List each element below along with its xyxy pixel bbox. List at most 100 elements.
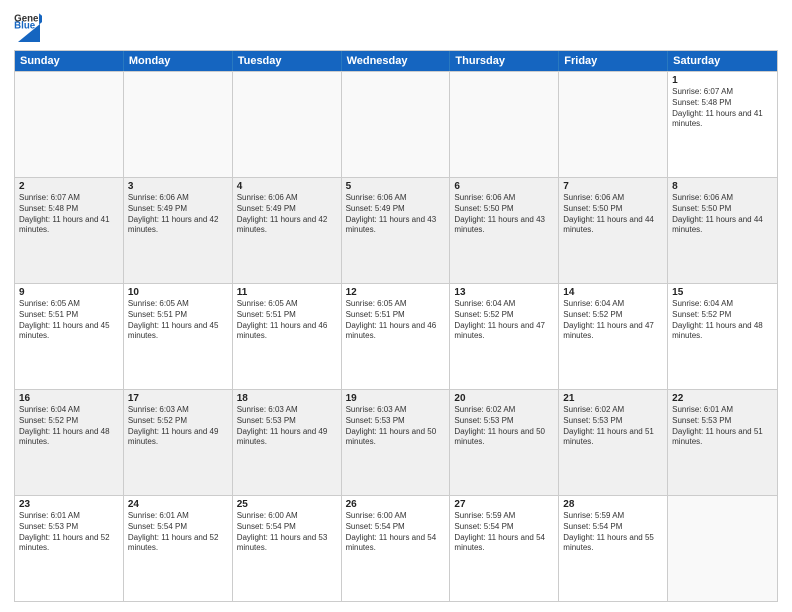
day-number: 7	[563, 181, 663, 192]
calendar-cell	[233, 72, 342, 177]
day-number: 8	[672, 181, 773, 192]
calendar-cell	[342, 72, 451, 177]
day-info: Sunrise: 6:05 AM Sunset: 5:51 PM Dayligh…	[346, 299, 446, 342]
day-info: Sunrise: 6:07 AM Sunset: 5:48 PM Dayligh…	[672, 87, 773, 130]
calendar-cell	[559, 72, 668, 177]
day-number: 27	[454, 499, 554, 510]
day-info: Sunrise: 6:06 AM Sunset: 5:50 PM Dayligh…	[672, 193, 773, 236]
page: General Blue SundayMondayTuesdayWednesda…	[0, 0, 792, 612]
calendar-cell	[15, 72, 124, 177]
calendar-cell: 28Sunrise: 5:59 AM Sunset: 5:54 PM Dayli…	[559, 496, 668, 601]
calendar-cell: 10Sunrise: 6:05 AM Sunset: 5:51 PM Dayli…	[124, 284, 233, 389]
weekday-header: Tuesday	[233, 51, 342, 71]
calendar-cell: 20Sunrise: 6:02 AM Sunset: 5:53 PM Dayli…	[450, 390, 559, 495]
day-info: Sunrise: 6:05 AM Sunset: 5:51 PM Dayligh…	[128, 299, 228, 342]
day-info: Sunrise: 6:05 AM Sunset: 5:51 PM Dayligh…	[19, 299, 119, 342]
day-number: 5	[346, 181, 446, 192]
day-number: 6	[454, 181, 554, 192]
calendar-cell: 14Sunrise: 6:04 AM Sunset: 5:52 PM Dayli…	[559, 284, 668, 389]
day-info: Sunrise: 6:01 AM Sunset: 5:53 PM Dayligh…	[672, 405, 773, 448]
calendar-row: 16Sunrise: 6:04 AM Sunset: 5:52 PM Dayli…	[15, 389, 777, 495]
calendar-row: 9Sunrise: 6:05 AM Sunset: 5:51 PM Daylig…	[15, 283, 777, 389]
calendar-cell: 21Sunrise: 6:02 AM Sunset: 5:53 PM Dayli…	[559, 390, 668, 495]
day-info: Sunrise: 6:04 AM Sunset: 5:52 PM Dayligh…	[19, 405, 119, 448]
calendar-header: SundayMondayTuesdayWednesdayThursdayFrid…	[15, 51, 777, 71]
day-number: 1	[672, 75, 773, 86]
day-number: 18	[237, 393, 337, 404]
calendar-cell	[668, 496, 777, 601]
calendar-cell: 26Sunrise: 6:00 AM Sunset: 5:54 PM Dayli…	[342, 496, 451, 601]
calendar-cell	[124, 72, 233, 177]
day-info: Sunrise: 6:01 AM Sunset: 5:53 PM Dayligh…	[19, 511, 119, 554]
day-info: Sunrise: 6:01 AM Sunset: 5:54 PM Dayligh…	[128, 511, 228, 554]
day-info: Sunrise: 6:03 AM Sunset: 5:53 PM Dayligh…	[237, 405, 337, 448]
day-number: 9	[19, 287, 119, 298]
calendar-cell: 13Sunrise: 6:04 AM Sunset: 5:52 PM Dayli…	[450, 284, 559, 389]
day-number: 17	[128, 393, 228, 404]
weekday-header: Thursday	[450, 51, 559, 71]
day-number: 11	[237, 287, 337, 298]
weekday-header: Friday	[559, 51, 668, 71]
day-info: Sunrise: 6:04 AM Sunset: 5:52 PM Dayligh…	[454, 299, 554, 342]
weekday-header: Wednesday	[342, 51, 451, 71]
day-info: Sunrise: 6:03 AM Sunset: 5:52 PM Dayligh…	[128, 405, 228, 448]
day-info: Sunrise: 6:00 AM Sunset: 5:54 PM Dayligh…	[346, 511, 446, 554]
calendar-row: 23Sunrise: 6:01 AM Sunset: 5:53 PM Dayli…	[15, 495, 777, 601]
calendar-cell: 9Sunrise: 6:05 AM Sunset: 5:51 PM Daylig…	[15, 284, 124, 389]
calendar-cell	[450, 72, 559, 177]
calendar-cell: 18Sunrise: 6:03 AM Sunset: 5:53 PM Dayli…	[233, 390, 342, 495]
calendar-cell: 25Sunrise: 6:00 AM Sunset: 5:54 PM Dayli…	[233, 496, 342, 601]
calendar-row: 1Sunrise: 6:07 AM Sunset: 5:48 PM Daylig…	[15, 71, 777, 177]
calendar-cell: 22Sunrise: 6:01 AM Sunset: 5:53 PM Dayli…	[668, 390, 777, 495]
day-info: Sunrise: 6:07 AM Sunset: 5:48 PM Dayligh…	[19, 193, 119, 236]
day-info: Sunrise: 6:04 AM Sunset: 5:52 PM Dayligh…	[563, 299, 663, 342]
day-info: Sunrise: 6:06 AM Sunset: 5:49 PM Dayligh…	[128, 193, 228, 236]
calendar-cell: 19Sunrise: 6:03 AM Sunset: 5:53 PM Dayli…	[342, 390, 451, 495]
calendar-cell: 6Sunrise: 6:06 AM Sunset: 5:50 PM Daylig…	[450, 178, 559, 283]
day-info: Sunrise: 6:04 AM Sunset: 5:52 PM Dayligh…	[672, 299, 773, 342]
day-number: 2	[19, 181, 119, 192]
day-number: 20	[454, 393, 554, 404]
weekday-header: Monday	[124, 51, 233, 71]
weekday-header: Sunday	[15, 51, 124, 71]
calendar-cell: 24Sunrise: 6:01 AM Sunset: 5:54 PM Dayli…	[124, 496, 233, 601]
header: General Blue	[14, 10, 778, 44]
calendar-body: 1Sunrise: 6:07 AM Sunset: 5:48 PM Daylig…	[15, 71, 777, 601]
calendar-cell: 7Sunrise: 6:06 AM Sunset: 5:50 PM Daylig…	[559, 178, 668, 283]
day-number: 3	[128, 181, 228, 192]
calendar-cell: 23Sunrise: 6:01 AM Sunset: 5:53 PM Dayli…	[15, 496, 124, 601]
calendar-cell: 27Sunrise: 5:59 AM Sunset: 5:54 PM Dayli…	[450, 496, 559, 601]
day-info: Sunrise: 6:03 AM Sunset: 5:53 PM Dayligh…	[346, 405, 446, 448]
day-info: Sunrise: 6:02 AM Sunset: 5:53 PM Dayligh…	[454, 405, 554, 448]
calendar-row: 2Sunrise: 6:07 AM Sunset: 5:48 PM Daylig…	[15, 177, 777, 283]
calendar-cell: 1Sunrise: 6:07 AM Sunset: 5:48 PM Daylig…	[668, 72, 777, 177]
day-info: Sunrise: 6:06 AM Sunset: 5:50 PM Dayligh…	[454, 193, 554, 236]
day-number: 23	[19, 499, 119, 510]
day-number: 16	[19, 393, 119, 404]
day-number: 28	[563, 499, 663, 510]
day-number: 10	[128, 287, 228, 298]
day-number: 4	[237, 181, 337, 192]
calendar-cell: 15Sunrise: 6:04 AM Sunset: 5:52 PM Dayli…	[668, 284, 777, 389]
calendar-cell: 17Sunrise: 6:03 AM Sunset: 5:52 PM Dayli…	[124, 390, 233, 495]
day-number: 19	[346, 393, 446, 404]
day-number: 26	[346, 499, 446, 510]
day-info: Sunrise: 5:59 AM Sunset: 5:54 PM Dayligh…	[454, 511, 554, 554]
day-number: 15	[672, 287, 773, 298]
calendar-cell: 11Sunrise: 6:05 AM Sunset: 5:51 PM Dayli…	[233, 284, 342, 389]
day-number: 21	[563, 393, 663, 404]
calendar-cell: 3Sunrise: 6:06 AM Sunset: 5:49 PM Daylig…	[124, 178, 233, 283]
weekday-header: Saturday	[668, 51, 777, 71]
day-info: Sunrise: 6:06 AM Sunset: 5:50 PM Dayligh…	[563, 193, 663, 236]
day-info: Sunrise: 6:05 AM Sunset: 5:51 PM Dayligh…	[237, 299, 337, 342]
calendar-cell: 5Sunrise: 6:06 AM Sunset: 5:49 PM Daylig…	[342, 178, 451, 283]
day-info: Sunrise: 6:02 AM Sunset: 5:53 PM Dayligh…	[563, 405, 663, 448]
calendar-cell: 16Sunrise: 6:04 AM Sunset: 5:52 PM Dayli…	[15, 390, 124, 495]
day-number: 12	[346, 287, 446, 298]
day-info: Sunrise: 6:06 AM Sunset: 5:49 PM Dayligh…	[237, 193, 337, 236]
calendar-cell: 2Sunrise: 6:07 AM Sunset: 5:48 PM Daylig…	[15, 178, 124, 283]
day-number: 22	[672, 393, 773, 404]
calendar: SundayMondayTuesdayWednesdayThursdayFrid…	[14, 50, 778, 602]
logo: General Blue	[14, 10, 42, 44]
day-number: 24	[128, 499, 228, 510]
